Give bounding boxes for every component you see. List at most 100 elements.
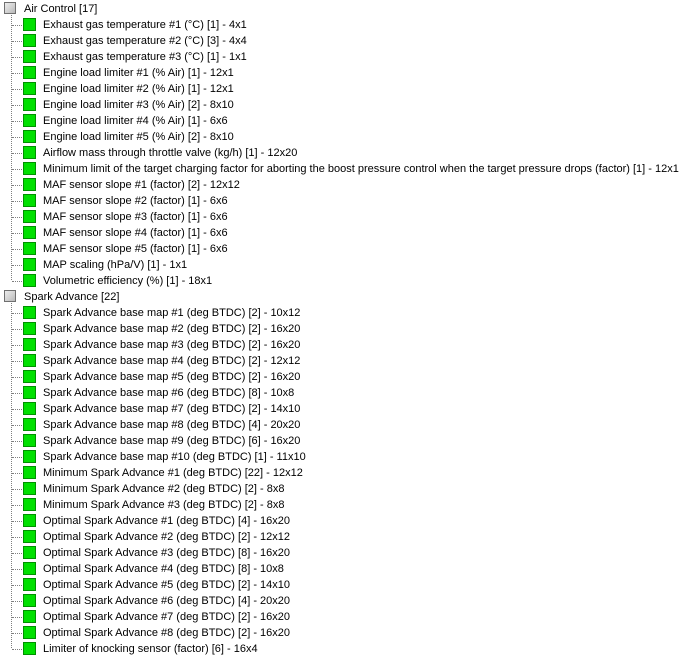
map-node-icon — [23, 258, 36, 271]
tree-item-label: Volumetric efficiency (%) [1] - 18x1 — [43, 275, 213, 287]
map-node-icon — [23, 50, 36, 63]
tree-branch-line — [12, 457, 22, 458]
tree-item-label: Engine load limiter #2 (% Air) [1] - 12x… — [43, 83, 234, 95]
map-node-icon — [23, 162, 36, 175]
tree-item-label: MAP scaling (hPa/V) [1] - 1x1 — [43, 259, 188, 271]
tree-item[interactable]: Airflow mass through throttle valve (kg/… — [0, 145, 684, 161]
map-node-icon — [23, 546, 36, 559]
tree-item-label: Optimal Spark Advance #3 (deg BTDC) [8] … — [43, 547, 291, 559]
tree-item[interactable]: Engine load limiter #2 (% Air) [1] - 12x… — [0, 81, 684, 97]
map-node-icon — [23, 146, 36, 159]
tree-item-label: Minimum Spark Advance #1 (deg BTDC) [22]… — [43, 467, 303, 479]
map-tree-view[interactable]: Air Control [17] Exhaust gas temperature … — [0, 0, 684, 656]
tree-item[interactable]: MAF sensor slope #2 (factor) [1] - 6x6 — [0, 193, 684, 209]
tree-branch-line — [12, 489, 22, 490]
tree-item[interactable]: Optimal Spark Advance #8 (deg BTDC) [2] … — [0, 625, 684, 641]
map-node-icon — [23, 98, 36, 111]
tree-item[interactable]: Limiter of knocking sensor (factor) [6] … — [0, 641, 684, 657]
tree-item-label: Minimum Spark Advance #2 (deg BTDC) [2] … — [43, 483, 285, 495]
tree-branch-line — [12, 393, 22, 394]
tree-branch-line — [12, 553, 22, 554]
tree-group-label: Air Control [17] — [24, 3, 98, 15]
tree-item[interactable]: Engine load limiter #1 (% Air) [1] - 12x… — [0, 65, 684, 81]
tree-item[interactable]: Optimal Spark Advance #6 (deg BTDC) [4] … — [0, 593, 684, 609]
tree-item-label: Optimal Spark Advance #8 (deg BTDC) [2] … — [43, 627, 291, 639]
tree-item-label: Engine load limiter #5 (% Air) [2] - 8x1… — [43, 131, 234, 143]
tree-item[interactable]: Minimum Spark Advance #3 (deg BTDC) [2] … — [0, 497, 684, 513]
tree-item-label: Airflow mass through throttle valve (kg/… — [43, 147, 298, 159]
map-node-icon — [23, 130, 36, 143]
tree-item[interactable]: Spark Advance base map #2 (deg BTDC) [2]… — [0, 321, 684, 337]
tree-item[interactable]: MAF sensor slope #5 (factor) [1] - 6x6 — [0, 241, 684, 257]
map-node-icon — [23, 610, 36, 623]
tree-item-label: MAF sensor slope #4 (factor) [1] - 6x6 — [43, 227, 228, 239]
tree-item-label: MAF sensor slope #2 (factor) [1] - 6x6 — [43, 195, 228, 207]
tree-item[interactable]: Spark Advance base map #8 (deg BTDC) [4]… — [0, 417, 684, 433]
tree-group-label: Spark Advance [22] — [24, 291, 120, 303]
tree-item[interactable]: Minimum Spark Advance #2 (deg BTDC) [2] … — [0, 481, 684, 497]
tree-item-label: Minimum Spark Advance #3 (deg BTDC) [2] … — [43, 499, 285, 511]
tree-branch-line — [12, 409, 22, 410]
tree-item[interactable]: Optimal Spark Advance #2 (deg BTDC) [2] … — [0, 529, 684, 545]
tree-branch-line — [12, 25, 22, 26]
map-node-icon — [23, 386, 36, 399]
tree-item[interactable]: Exhaust gas temperature #2 (°C) [3] - 4x… — [0, 33, 684, 49]
tree-group-spark-advance[interactable]: Spark Advance [22] — [0, 289, 684, 305]
tree-branch-line — [12, 537, 22, 538]
tree-item[interactable]: Spark Advance base map #3 (deg BTDC) [2]… — [0, 337, 684, 353]
map-node-icon — [23, 450, 36, 463]
tree-item[interactable]: Engine load limiter #5 (% Air) [2] - 8x1… — [0, 129, 684, 145]
map-node-icon — [23, 530, 36, 543]
tree-branch-line — [12, 377, 22, 378]
tree-item[interactable]: Spark Advance base map #9 (deg BTDC) [6]… — [0, 433, 684, 449]
tree-branch-line — [12, 57, 22, 58]
map-node-icon — [23, 274, 36, 287]
tree-item-label: Optimal Spark Advance #5 (deg BTDC) [2] … — [43, 579, 291, 591]
tree-item[interactable]: Engine load limiter #4 (% Air) [1] - 6x6 — [0, 113, 684, 129]
tree-item[interactable]: MAF sensor slope #4 (factor) [1] - 6x6 — [0, 225, 684, 241]
map-node-icon — [23, 338, 36, 351]
tree-item[interactable]: Optimal Spark Advance #4 (deg BTDC) [8] … — [0, 561, 684, 577]
tree-item[interactable]: Optimal Spark Advance #1 (deg BTDC) [4] … — [0, 513, 684, 529]
map-node-icon — [23, 562, 36, 575]
tree-item[interactable]: Engine load limiter #3 (% Air) [2] - 8x1… — [0, 97, 684, 113]
tree-item-label: Optimal Spark Advance #6 (deg BTDC) [4] … — [43, 595, 291, 607]
tree-item-label: Spark Advance base map #1 (deg BTDC) [2]… — [43, 307, 301, 319]
tree-item-label: Spark Advance base map #9 (deg BTDC) [6]… — [43, 435, 301, 447]
tree-item[interactable]: Spark Advance base map #10 (deg BTDC) [1… — [0, 449, 684, 465]
map-node-icon — [23, 242, 36, 255]
tree-item-label: Exhaust gas temperature #1 (°C) [1] - 4x… — [43, 19, 247, 31]
tree-item[interactable]: Optimal Spark Advance #7 (deg BTDC) [2] … — [0, 609, 684, 625]
tree-branch-line — [12, 329, 22, 330]
tree-item[interactable]: Optimal Spark Advance #3 (deg BTDC) [8] … — [0, 545, 684, 561]
tree-branch-line — [12, 73, 22, 74]
tree-branch-line — [12, 153, 22, 154]
tree-item[interactable]: MAP scaling (hPa/V) [1] - 1x1 — [0, 257, 684, 273]
tree-branch-line — [12, 313, 22, 314]
tree-item-label: Optimal Spark Advance #1 (deg BTDC) [4] … — [43, 515, 291, 527]
map-node-icon — [23, 418, 36, 431]
tree-group-air-control[interactable]: Air Control [17] — [0, 1, 684, 17]
tree-branch-line — [12, 617, 22, 618]
tree-item[interactable]: Spark Advance base map #5 (deg BTDC) [2]… — [0, 369, 684, 385]
tree-item-label: MAF sensor slope #3 (factor) [1] - 6x6 — [43, 211, 228, 223]
tree-item[interactable]: Spark Advance base map #4 (deg BTDC) [2]… — [0, 353, 684, 369]
tree-item[interactable]: Minimum limit of the target charging fac… — [0, 161, 684, 177]
tree-branch-line — [12, 281, 22, 282]
tree-item[interactable]: Exhaust gas temperature #1 (°C) [1] - 4x… — [0, 17, 684, 33]
tree-item[interactable]: Spark Advance base map #7 (deg BTDC) [2]… — [0, 401, 684, 417]
tree-item[interactable]: Exhaust gas temperature #3 (°C) [1] - 1x… — [0, 49, 684, 65]
tree-item[interactable]: Spark Advance base map #1 (deg BTDC) [2]… — [0, 305, 684, 321]
tree-item[interactable]: MAF sensor slope #3 (factor) [1] - 6x6 — [0, 209, 684, 225]
tree-item[interactable]: Minimum Spark Advance #1 (deg BTDC) [22]… — [0, 465, 684, 481]
tree-item[interactable]: Spark Advance base map #6 (deg BTDC) [8]… — [0, 385, 684, 401]
map-node-icon — [23, 322, 36, 335]
tree-branch-line — [12, 441, 22, 442]
tree-item[interactable]: Volumetric efficiency (%) [1] - 18x1 — [0, 273, 684, 289]
tree-branch-line — [12, 601, 22, 602]
tree-branch-line — [12, 169, 22, 170]
tree-item[interactable]: MAF sensor slope #1 (factor) [2] - 12x12 — [0, 177, 684, 193]
map-node-icon — [23, 370, 36, 383]
tree-item[interactable]: Optimal Spark Advance #5 (deg BTDC) [2] … — [0, 577, 684, 593]
map-node-icon — [23, 578, 36, 591]
